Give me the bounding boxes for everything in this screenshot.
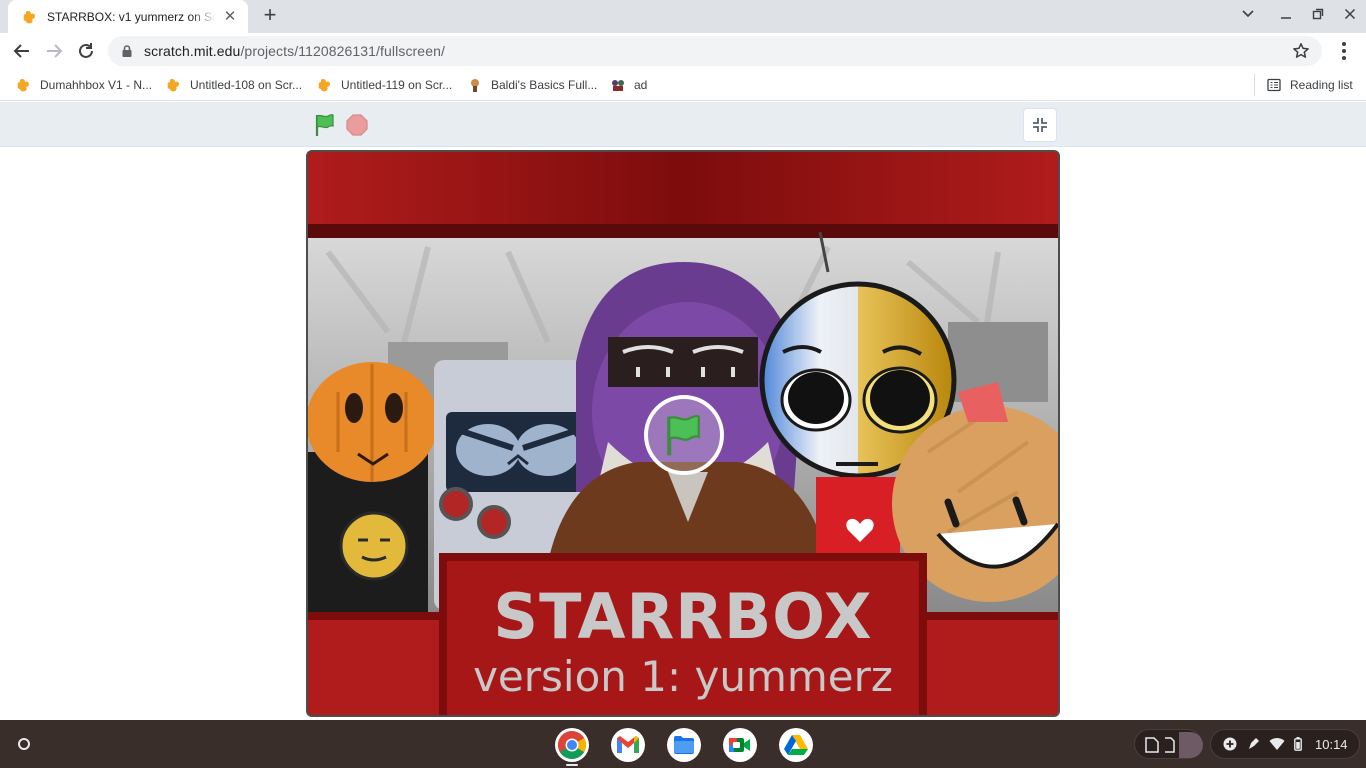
bookmark-label: Baldi's Basics Full... — [491, 78, 598, 92]
back-button[interactable] — [10, 39, 34, 63]
green-flag-icon — [667, 414, 700, 456]
bookmark-item[interactable]: Untitled-108 on Scr... — [166, 75, 302, 95]
forward-button[interactable] — [42, 39, 66, 63]
project-subtitle: version 1: yummerz — [473, 652, 893, 701]
drive-app-button[interactable] — [779, 728, 813, 762]
reading-list-icon — [1267, 78, 1281, 92]
project-title: STARRBOX — [493, 580, 873, 653]
project-stage[interactable]: STARRBOX version 1: yummerz — [306, 150, 1060, 717]
drive-icon — [784, 735, 808, 755]
scratch-controls-bar — [0, 102, 1366, 147]
green-flag-icon[interactable] — [312, 112, 338, 138]
new-tab-button[interactable]: + — [258, 4, 282, 28]
gmail-app-button[interactable] — [611, 728, 645, 762]
bookmark-item[interactable]: Dumahhbox V1 - N... — [16, 75, 152, 95]
chrome-icon — [558, 731, 586, 759]
url-text: scratch.mit.edu/projects/1120826131/full… — [144, 43, 445, 59]
browser-menu-icon[interactable] — [1334, 40, 1354, 62]
meet-app-button[interactable] — [723, 728, 757, 762]
bookmarks-bar: Dumahhbox V1 - N... Untitled-108 on Scr.… — [0, 69, 1366, 101]
launcher-icon — [18, 738, 30, 750]
bookmark-label: Untitled-108 on Scr... — [190, 78, 303, 92]
status-tray[interactable]: 10:14 — [1210, 729, 1360, 759]
chrome-app-button[interactable] — [555, 728, 589, 762]
address-bar[interactable]: scratch.mit.edu/projects/1120826131/full… — [108, 36, 1322, 66]
scratch-favicon-icon — [17, 79, 29, 92]
close-window-icon[interactable] — [1340, 6, 1360, 26]
baldi-favicon-icon — [471, 79, 479, 92]
arrow-left-icon — [13, 44, 29, 58]
reload-button[interactable] — [74, 39, 98, 63]
tab-title: STARRBOX: v1 yummerz on Scratch — [47, 9, 216, 24]
reading-list-button[interactable]: Reading list — [1254, 74, 1353, 96]
exit-fullscreen-icon — [1033, 118, 1047, 132]
ad-favicon-icon — [612, 80, 624, 91]
meet-icon — [729, 738, 750, 752]
url-host: scratch.mit.edu — [144, 43, 241, 59]
tray-holding-space[interactable] — [1134, 729, 1203, 759]
files-app-button[interactable] — [667, 728, 701, 762]
bookmark-item[interactable]: ad — [610, 75, 647, 95]
stop-sign-icon[interactable] — [345, 113, 369, 137]
restore-icon[interactable] — [1308, 6, 1328, 26]
screen-capture-icon — [1165, 737, 1175, 753]
recent-capture-thumbnail — [1179, 732, 1203, 758]
lock-icon — [122, 45, 132, 57]
scratch-favicon-icon — [167, 79, 179, 92]
tab-active[interactable]: STARRBOX: v1 yummerz on Scratch ✕ — [8, 0, 248, 33]
bookmark-item[interactable]: Baldi's Basics Full... — [467, 75, 597, 95]
minimize-icon[interactable] — [1276, 6, 1296, 26]
bookmark-label: ad — [634, 78, 648, 92]
launcher-button[interactable] — [10, 730, 38, 758]
battery-icon — [1294, 737, 1302, 751]
scratch-favicon-icon — [23, 10, 35, 23]
reading-list-label: Reading list — [1290, 78, 1353, 92]
add-circle-icon — [1223, 737, 1237, 751]
url-path: /projects/1120826131/fullscreen/ — [240, 43, 445, 59]
document-icon — [1145, 737, 1159, 753]
bookmark-label: Untitled-119 on Scr... — [341, 78, 453, 92]
start-green-flag-button[interactable] — [644, 395, 724, 475]
os-shelf: 10:14 — [0, 720, 1366, 768]
browser-toolbar: scratch.mit.edu/projects/1120826131/full… — [0, 33, 1366, 69]
arrow-right-icon — [47, 44, 63, 58]
exit-fullscreen-button[interactable] — [1023, 108, 1057, 142]
reload-icon — [79, 43, 93, 58]
clock: 10:14 — [1315, 736, 1348, 752]
bookmark-item[interactable]: Untitled-119 on Scr... — [317, 75, 452, 95]
active-app-indicator — [566, 764, 578, 766]
bookmark-star-icon[interactable] — [1292, 42, 1310, 60]
gmail-icon — [617, 736, 639, 753]
wifi-icon — [1269, 738, 1285, 750]
files-icon — [674, 736, 694, 754]
bookmark-label: Dumahhbox V1 - N... — [40, 78, 153, 92]
scratch-favicon-icon — [318, 79, 330, 92]
tab-search-icon[interactable] — [1238, 6, 1258, 26]
stylus-icon — [1249, 738, 1259, 749]
tab-strip: STARRBOX: v1 yummerz on Scratch ✕ + — [0, 0, 1366, 33]
tab-close-icon[interactable]: ✕ — [222, 8, 238, 25]
